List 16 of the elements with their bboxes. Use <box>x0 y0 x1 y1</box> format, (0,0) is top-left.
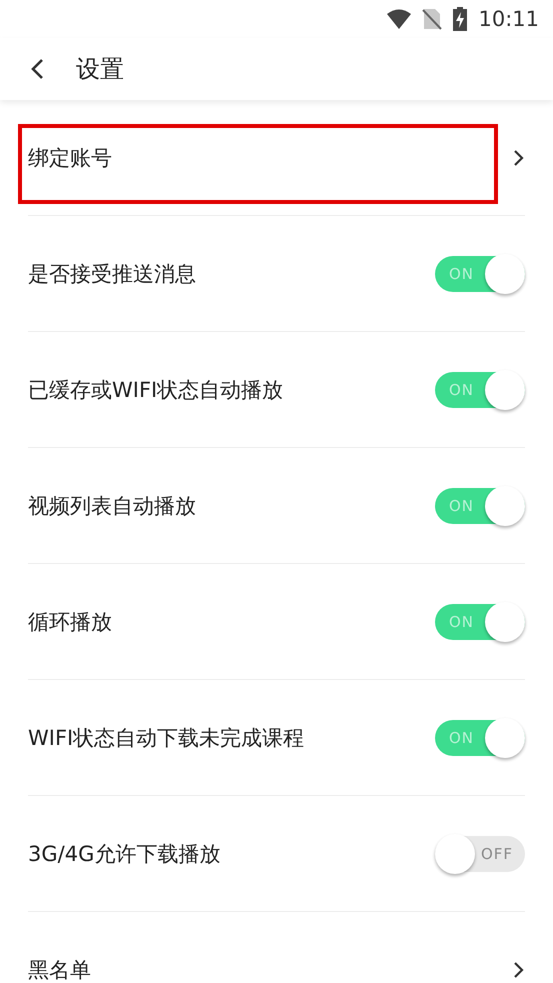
chevron-right-icon <box>513 148 525 166</box>
setting-label[interactable]: WIFI状态自动下载未完成课程 <box>28 724 304 752</box>
status-time: 10:11 <box>478 7 539 31</box>
setting-label[interactable]: 循环播放 <box>28 608 112 636</box>
setting-label[interactable]: 已缓存或WIFI状态自动播放 <box>28 376 284 404</box>
wifi-icon <box>386 8 412 30</box>
battery-charging-icon <box>452 7 468 31</box>
setting-label[interactable]: 是否接受推送消息 <box>28 260 196 288</box>
setting-label[interactable]: 3G/4G允许下载播放 <box>28 840 220 868</box>
chevron-right-icon <box>513 960 525 978</box>
page-title: 设置 <box>76 54 124 85</box>
setting-label[interactable]: 视频列表自动播放 <box>28 492 196 520</box>
back-icon[interactable] <box>30 58 46 80</box>
setting-label[interactable]: 绑定账号 <box>28 144 112 172</box>
no-sim-icon <box>422 8 442 30</box>
setting-label[interactable]: 黑名单 <box>28 956 91 983</box>
